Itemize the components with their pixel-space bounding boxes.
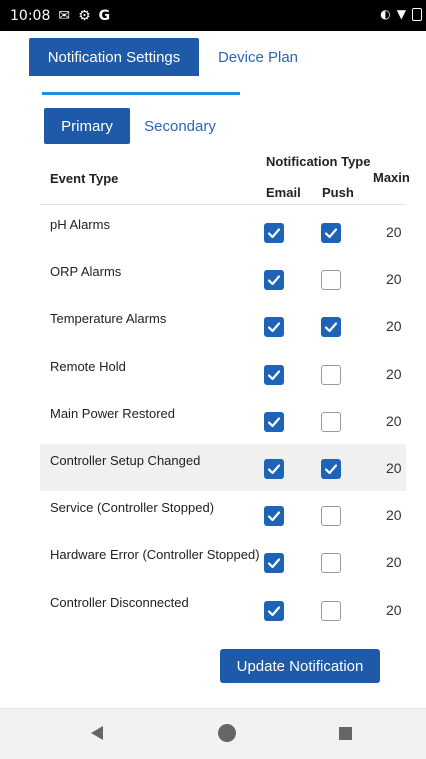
event-label: Hardware Error (Controller Stopped): [50, 547, 260, 563]
table-row: Temperature Alarms 20: [40, 302, 406, 349]
max-value-field[interactable]: 20: [386, 507, 402, 523]
max-header: Maxin: [373, 170, 410, 185]
navigation-bar: [0, 708, 426, 759]
tab-underline: [42, 92, 240, 95]
table-row: Main Power Restored 20: [40, 397, 406, 444]
event-label: Temperature Alarms: [50, 311, 167, 327]
event-label: pH Alarms: [50, 217, 110, 232]
vibrate-icon: ◐: [380, 7, 391, 21]
subtab-primary[interactable]: Primary: [44, 108, 130, 144]
notification-type-header: Notification Type: [266, 154, 371, 169]
email-checkbox[interactable]: [264, 553, 284, 574]
table-row: Service (Controller Stopped) 20: [40, 491, 406, 538]
event-label: Service (Controller Stopped): [50, 500, 215, 516]
email-checkbox[interactable]: [264, 459, 284, 479]
table-row: ORP Alarms 20: [40, 255, 406, 302]
wifi-icon: ▼: [396, 7, 406, 21]
max-value-field[interactable]: 20: [386, 366, 402, 382]
email-header: Email: [266, 185, 301, 200]
back-icon[interactable]: [90, 725, 104, 741]
push-checkbox[interactable]: [321, 364, 341, 385]
event-label: Controller Disconnected: [50, 594, 189, 610]
event-label: ORP Alarms: [50, 264, 122, 280]
email-checkbox[interactable]: [264, 317, 284, 338]
mail-icon: ✉: [58, 7, 71, 24]
table-row: Controller Setup Changed 20: [40, 444, 406, 491]
main-tabs: Notification Settings Device Plan: [29, 38, 317, 76]
push-checkbox[interactable]: [321, 600, 341, 621]
event-type-header: Event Type: [50, 171, 119, 186]
update-notification-button[interactable]: Update Notification: [220, 649, 380, 683]
event-label: Controller Setup Changed: [50, 453, 201, 468]
table-row: Controller Disconnected 20: [40, 586, 406, 633]
recents-icon[interactable]: [339, 727, 352, 740]
push-checkbox[interactable]: [321, 317, 341, 338]
max-value-field[interactable]: 20: [386, 224, 402, 240]
tab-notification-settings[interactable]: Notification Settings: [29, 38, 199, 76]
max-value-field[interactable]: 20: [386, 318, 402, 334]
push-checkbox[interactable]: [321, 459, 341, 479]
max-value-field[interactable]: 20: [386, 413, 402, 429]
email-checkbox[interactable]: [264, 223, 284, 243]
email-checkbox[interactable]: [264, 270, 284, 291]
event-label: Main Power Restored: [50, 405, 175, 421]
table-row: pH Alarms 20: [40, 208, 406, 255]
max-value-field[interactable]: 20: [386, 602, 402, 618]
email-checkbox[interactable]: [264, 411, 284, 432]
home-icon[interactable]: [218, 724, 236, 742]
max-value-field[interactable]: 20: [386, 271, 402, 287]
push-header: Push: [322, 185, 354, 200]
tab-device-plan[interactable]: Device Plan: [199, 38, 317, 76]
table-row: Hardware Error (Controller Stopped) 20: [40, 538, 406, 585]
event-label: Remote Hold: [50, 358, 126, 374]
max-value-field[interactable]: 20: [386, 554, 402, 570]
push-checkbox[interactable]: [321, 223, 341, 243]
push-checkbox[interactable]: [321, 553, 341, 574]
sub-tabs: Primary Secondary: [44, 108, 230, 144]
push-checkbox[interactable]: [321, 270, 341, 291]
g-icon: G: [98, 7, 111, 24]
email-checkbox[interactable]: [264, 364, 284, 385]
max-value-field[interactable]: 20: [386, 460, 402, 476]
table-row: Remote Hold 20: [40, 350, 406, 397]
email-checkbox[interactable]: [264, 600, 284, 621]
battery-icon: [412, 7, 422, 21]
push-checkbox[interactable]: [321, 506, 341, 527]
status-time: 10:08: [10, 7, 51, 24]
status-bar: 10:08 ✉ ⚙ G ◐ ▼: [0, 0, 426, 31]
email-checkbox[interactable]: [264, 506, 284, 527]
settings-icon: ⚙: [78, 7, 91, 24]
header-divider: [40, 204, 406, 205]
subtab-secondary[interactable]: Secondary: [130, 108, 230, 144]
push-checkbox[interactable]: [321, 411, 341, 432]
